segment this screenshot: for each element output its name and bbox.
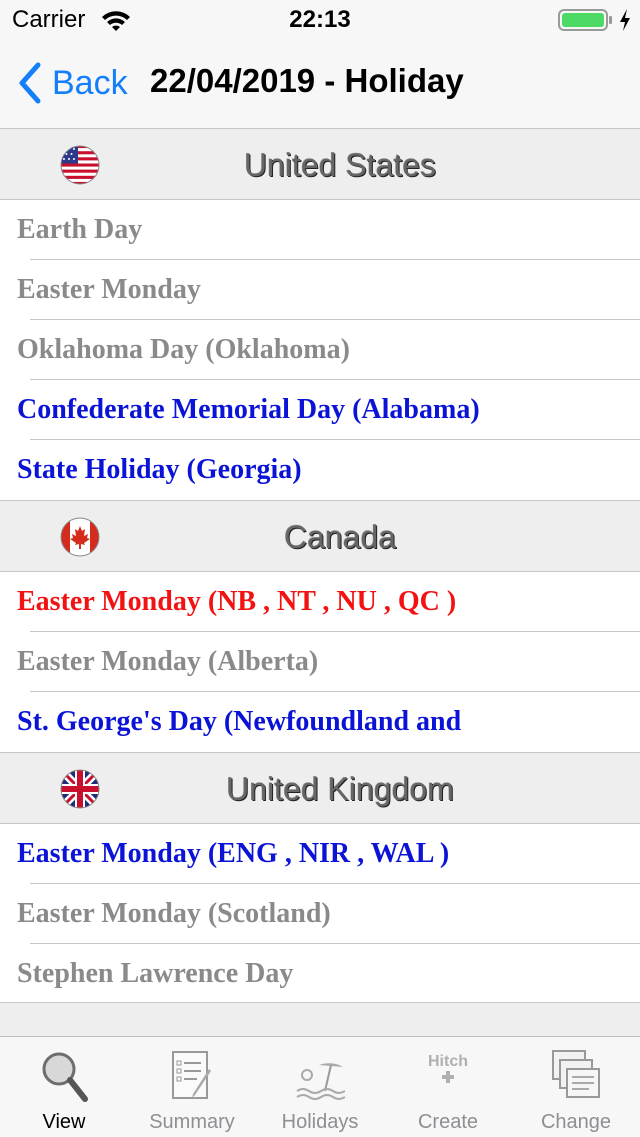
section-header-united-kingdom: United Kingdom — [0, 752, 640, 824]
holiday-row[interactable]: State Holiday (Georgia) — [0, 440, 640, 500]
section-title: United Kingdom — [226, 771, 454, 807]
holiday-name: Easter Monday (NB , NT , NU , QC ) — [17, 586, 457, 617]
tab-label: Change — [540, 1111, 612, 1133]
holiday-name: Oklahoma Day (Oklahoma) — [17, 334, 350, 365]
holiday-name: Easter Monday (Alberta) — [17, 646, 319, 677]
holiday-row[interactable]: Earth Day — [0, 200, 640, 260]
holiday-name: Easter Monday — [17, 274, 201, 305]
tab-summary[interactable]: Summary — [128, 1037, 256, 1137]
section-title: Canada — [283, 519, 397, 555]
stacked-pages-icon — [552, 1050, 600, 1098]
holiday-name: Earth Day — [17, 214, 143, 245]
tab-holidays[interactable]: Holidays — [256, 1037, 384, 1137]
page-title: 22/04/2019 - Holiday — [150, 62, 464, 99]
hitch-plus-icon: Hitch — [408, 1053, 488, 1103]
list-footer — [0, 1002, 640, 1037]
holiday-row[interactable]: Stephen Lawrence Day — [0, 944, 640, 1004]
tab-bar: View Summary Holidays Hitch Create Chang… — [0, 1036, 640, 1137]
tab-label: Summary — [149, 1111, 235, 1133]
holiday-name: Easter Monday (Scotland) — [17, 898, 331, 929]
tab-create[interactable]: Hitch Create — [384, 1037, 512, 1137]
holiday-name: State Holiday (Georgia) — [17, 454, 302, 485]
tab-label: Holidays — [281, 1111, 359, 1133]
navigation-bar: Back 22/04/2019 - Holiday — [0, 40, 640, 129]
holiday-row[interactable]: Easter Monday (ENG , NIR , WAL ) — [0, 824, 640, 884]
back-button[interactable]: Back — [16, 60, 128, 106]
tab-view[interactable]: View — [0, 1037, 128, 1137]
back-label: Back — [52, 63, 128, 102]
holiday-row[interactable]: Easter Monday (NB , NT , NU , QC ) — [0, 572, 640, 632]
holiday-name: Confederate Memorial Day (Alabama) — [17, 394, 480, 425]
holiday-row[interactable]: Oklahoma Day (Oklahoma) — [0, 320, 640, 380]
holiday-name: St. George's Day (Newfoundland and — [17, 706, 462, 737]
holiday-row[interactable]: Easter Monday — [0, 260, 640, 320]
magnifier-icon — [42, 1052, 88, 1102]
holiday-row[interactable]: Easter Monday (Scotland) — [0, 884, 640, 944]
section-title: United States — [243, 147, 437, 183]
clock-time: 22:13 — [289, 6, 351, 33]
tab-change[interactable]: Change — [512, 1037, 640, 1137]
checklist-icon — [172, 1051, 211, 1099]
holiday-name: Stephen Lawrence Day — [17, 958, 294, 989]
charging-bolt-icon — [620, 9, 630, 31]
tab-label: View — [42, 1111, 86, 1133]
holiday-row[interactable]: Easter Monday (Alberta) — [0, 632, 640, 692]
chevron-left-icon — [19, 62, 41, 104]
section-header-united-states: United States — [0, 128, 640, 200]
holiday-name: Easter Monday (ENG , NIR , WAL ) — [17, 838, 450, 869]
tab-label: Create — [417, 1111, 479, 1133]
section-header-canada: Canada — [0, 500, 640, 572]
holiday-row[interactable]: St. George's Day (Newfoundland and — [0, 692, 640, 752]
status-bar: Carrier 22:13 — [0, 0, 640, 40]
icon-caption: Hitch — [428, 1053, 468, 1070]
beach-umbrella-icon — [296, 1063, 345, 1100]
holiday-row[interactable]: Confederate Memorial Day (Alabama) — [0, 380, 640, 440]
battery-icon — [558, 9, 612, 31]
